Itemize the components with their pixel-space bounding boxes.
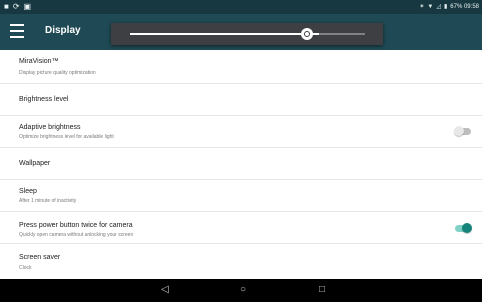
setting-title: Screen saver [19,254,61,261]
setting-title: Wallpaper [19,160,51,167]
menu-icon[interactable] [10,24,24,38]
page-title: Display [45,25,81,36]
navigation-bar: ◁ ○ □ [0,279,482,302]
setting-subtitle: Clock [19,265,32,271]
wifi-icon: ▼ [427,4,434,10]
setting-adaptive-brightness[interactable]: Adaptive brightness Optimize brightness … [0,116,482,148]
brightness-slider-track[interactable] [319,33,365,35]
recents-icon[interactable]: □ [319,285,325,295]
setting-sleep[interactable]: Sleep After 1 minute of inactivity [0,180,482,212]
setting-subtitle: Optimize brightness level for available … [19,134,114,140]
bluetooth-icon: ✶ [419,4,425,10]
notification-icon: ■ [4,2,9,11]
brightness-icon[interactable] [301,28,313,40]
setting-miravision[interactable]: MiraVision™ Display picture quality opti… [0,50,482,84]
home-icon[interactable]: ○ [240,285,246,295]
brightness-slider-popup [111,23,383,45]
setting-brightness-level[interactable]: Brightness level [0,84,482,116]
setting-power-button-camera[interactable]: Press power button twice for camera Quic… [0,212,482,244]
setting-subtitle: Quickly open camera without unlocking yo… [19,232,134,238]
setting-title: Brightness level [19,96,69,103]
brightness-slider-active-track[interactable] [130,33,319,35]
setting-wallpaper[interactable]: Wallpaper [0,148,482,180]
setting-subtitle: Display picture quality optimization [19,70,96,76]
setting-screen-saver[interactable]: Screen saver Clock [0,244,482,282]
back-icon[interactable]: ◁ [161,285,169,295]
setting-title: Adaptive brightness [19,124,81,131]
setting-title: MiraVision™ [19,58,59,65]
adaptive-brightness-toggle[interactable] [454,126,471,136]
signal-icon: ◿ [436,4,441,10]
setting-title: Sleep [19,188,37,195]
display-settings-list: MiraVision™ Display picture quality opti… [0,50,482,282]
power-button-camera-toggle[interactable] [455,223,472,233]
image-icon: ▣ [23,2,32,11]
sync-icon: ⟳ [12,2,20,11]
status-bar: ■ ⟳ ▣ ✶ ▼ ◿ ▮ 67% 09:58 [0,0,482,14]
setting-title: Press power button twice for camera [19,222,133,229]
status-time: 67% 09:58 [450,4,479,10]
setting-subtitle: After 1 minute of inactivity [19,198,77,204]
battery-icon: ▮ [443,4,448,10]
